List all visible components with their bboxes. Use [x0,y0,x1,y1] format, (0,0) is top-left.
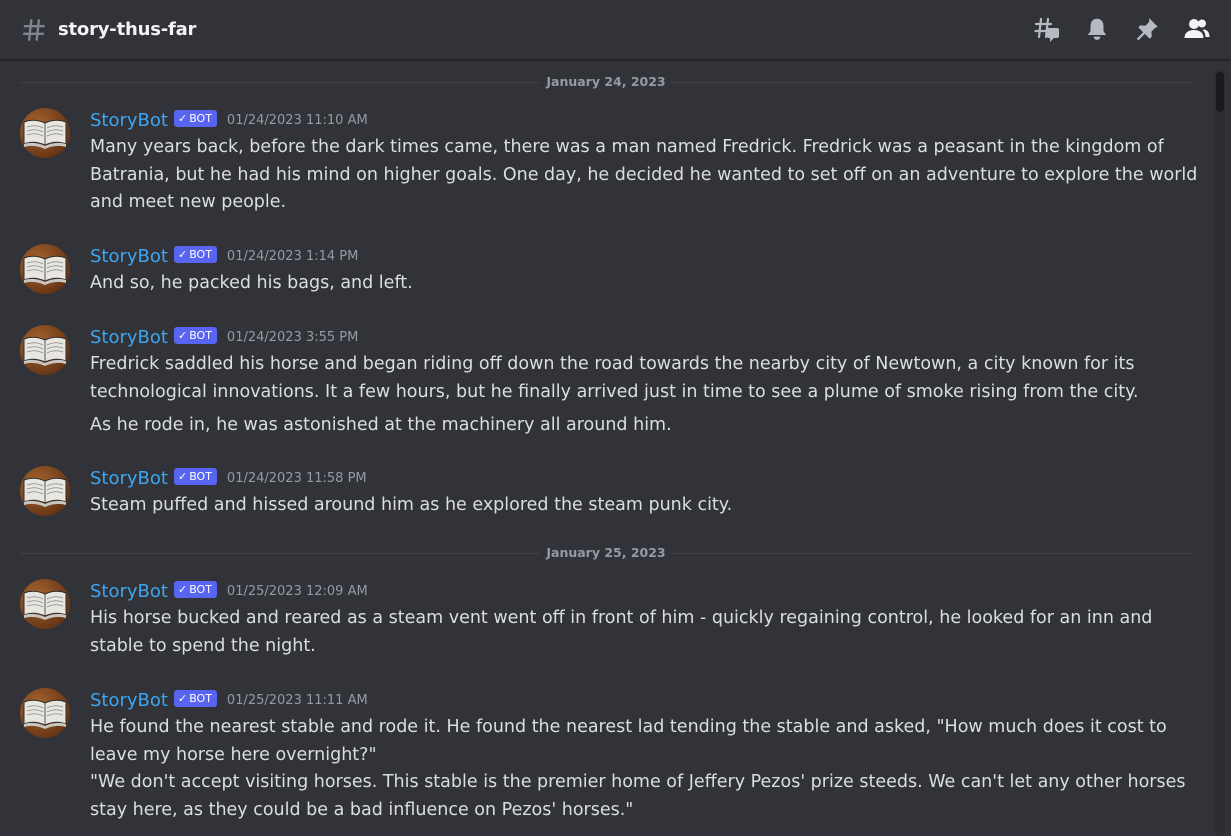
book-avatar-icon [23,255,67,285]
check-icon: ✓ [177,328,188,342]
message-header: StoryBot ✓ BOT 01/25/2023 12:09 AM [90,579,368,603]
book-avatar-icon [23,336,67,366]
message-content: He found the nearest stable and rode it.… [90,717,1186,820]
author-name[interactable]: StoryBot [90,581,168,602]
scrollbar-thumb[interactable] [1216,72,1224,112]
avatar[interactable] [20,108,70,158]
timestamp: 01/25/2023 12:09 AM [226,583,368,599]
date-divider: January 25, 2023 [20,543,1192,563]
author-name[interactable]: StoryBot [90,468,168,489]
book-avatar-icon [23,119,67,149]
avatar[interactable] [20,244,70,294]
bot-badge: ✓ BOT [173,467,217,485]
check-icon: ✓ [177,582,188,596]
check-icon: ✓ [177,247,188,261]
message-header: StoryBot ✓ BOT 01/25/2023 11:11 AM [90,688,368,712]
book-avatar-icon [23,699,67,729]
bot-badge: ✓ BOT [173,580,217,598]
message-header: StoryBot ✓ BOT 01/24/2023 11:10 AM [90,108,368,132]
pin-icon[interactable] [1133,14,1161,44]
members-icon[interactable] [1183,14,1211,44]
message-header: StoryBot ✓ BOT 01/24/2023 3:55 PM [90,325,358,349]
message-header: StoryBot ✓ BOT 01/24/2023 11:58 PM [90,466,367,490]
check-icon: ✓ [177,691,188,705]
timestamp: 01/24/2023 11:58 PM [226,470,367,486]
message-header: StoryBot ✓ BOT 01/24/2023 1:14 PM [90,244,358,268]
date-divider-label: January 24, 2023 [540,74,672,89]
bot-badge: ✓ BOT [173,245,217,263]
check-icon: ✓ [177,469,188,483]
header-toolbar [1033,14,1211,44]
check-icon: ✓ [177,111,188,125]
message-content: His horse bucked and reared as a steam v… [90,608,1153,656]
date-divider-label: January 25, 2023 [540,545,672,560]
bot-badge: ✓ BOT [173,109,217,127]
threads-icon[interactable] [1033,14,1061,44]
date-divider: January 24, 2023 [20,72,1192,92]
timestamp: 01/24/2023 1:14 PM [226,248,359,264]
author-name[interactable]: StoryBot [90,246,168,267]
author-name[interactable]: StoryBot [90,110,168,131]
scrollbar-track[interactable] [1215,70,1225,836]
bell-icon[interactable] [1083,14,1111,44]
book-avatar-icon [23,590,67,620]
hashtag-icon [20,16,48,44]
message-content: And so, he packed his bags, and left. [90,273,413,293]
message-content: Many years back, before the dark times c… [90,137,1198,212]
avatar[interactable] [20,579,70,629]
timestamp: 01/24/2023 3:55 PM [226,329,359,345]
bot-badge: ✓ BOT [173,689,217,707]
message-list: January 24, 2023 StoryBot ✓ BOT 01/24/202… [0,61,1210,836]
book-avatar-icon [23,477,67,507]
message-content: Fredrick saddled his horse and began rid… [90,354,1139,435]
bot-badge: ✓ BOT [173,326,217,344]
author-name[interactable]: StoryBot [90,327,168,348]
channel-name: story-thus-far [58,19,197,40]
timestamp: 01/24/2023 11:10 AM [226,112,368,128]
message-content: Steam puffed and hissed around him as he… [90,495,733,515]
timestamp: 01/25/2023 11:11 AM [226,692,368,708]
avatar[interactable] [20,466,70,516]
avatar[interactable] [20,688,70,738]
author-name[interactable]: StoryBot [90,690,168,711]
channel-header: story-thus-far [0,0,1231,60]
avatar[interactable] [20,325,70,375]
